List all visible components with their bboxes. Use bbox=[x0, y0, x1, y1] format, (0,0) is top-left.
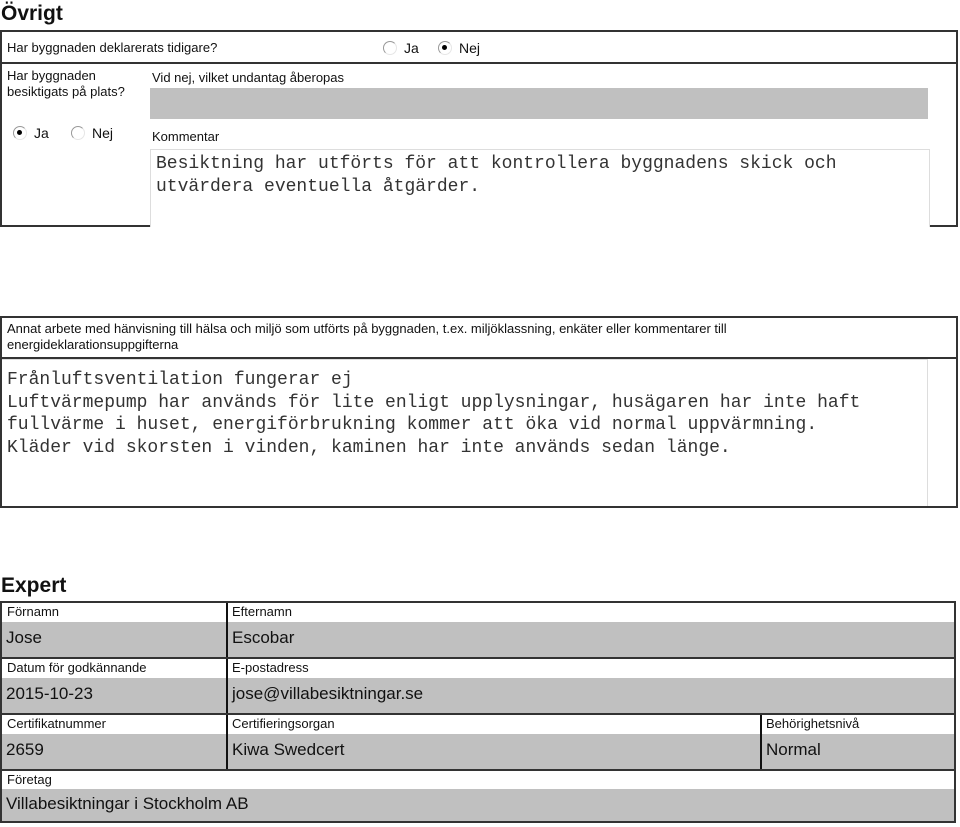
radio-checked-icon bbox=[13, 126, 27, 140]
other-work-textarea[interactable]: Frånluftsventilation fungerar ej Luftvär… bbox=[2, 359, 928, 506]
inspected-question: Har byggnaden besiktigats på plats? bbox=[7, 68, 125, 99]
declared-radio-ja[interactable]: Ja bbox=[383, 40, 419, 56]
first-name-field[interactable]: Jose bbox=[2, 622, 226, 657]
section-heading-expert: Expert bbox=[1, 574, 67, 597]
ovrigt-panel: Har byggnaden deklarerats tidigare? Ja N… bbox=[0, 30, 958, 227]
cert-number-value: 2659 bbox=[6, 740, 44, 759]
email-label: E-postadress bbox=[232, 660, 309, 675]
divider bbox=[2, 657, 954, 659]
other-work-panel: Annat arbete med hänvisning till hälsa o… bbox=[0, 316, 958, 508]
cert-number-label: Certifikatnummer bbox=[7, 716, 106, 731]
other-work-label: Annat arbete med hänvisning till hälsa o… bbox=[7, 321, 727, 352]
cert-body-field[interactable]: Kiwa Swedcert bbox=[228, 734, 760, 769]
radio-unchecked-icon bbox=[71, 126, 85, 140]
approval-date-label: Datum för godkännande bbox=[7, 660, 147, 675]
level-field[interactable]: Normal bbox=[762, 734, 954, 769]
email-value: jose@villabesiktningar.se bbox=[232, 684, 424, 703]
divider bbox=[2, 713, 954, 715]
first-name-value: Jose bbox=[6, 628, 42, 647]
divider bbox=[2, 769, 954, 771]
level-label: Behörighetsnivå bbox=[766, 716, 860, 731]
last-name-value: Escobar bbox=[232, 628, 295, 647]
radio-label: Ja bbox=[404, 40, 419, 56]
radio-label: Ja bbox=[34, 125, 49, 141]
radio-unchecked-icon bbox=[383, 41, 397, 55]
expert-panel: Förnamn Jose Efternamn Escobar Datum för… bbox=[0, 601, 956, 823]
inspected-radio-nej[interactable]: Nej bbox=[71, 125, 113, 141]
company-label: Företag bbox=[7, 772, 52, 787]
inspected-radio-ja[interactable]: Ja bbox=[13, 125, 49, 141]
comment-textarea[interactable]: Besiktning har utförts för att kontrolle… bbox=[150, 149, 930, 227]
approval-date-value: 2015-10-23 bbox=[6, 684, 93, 703]
declared-radio-nej[interactable]: Nej bbox=[438, 40, 480, 56]
cert-body-value: Kiwa Swedcert bbox=[232, 740, 345, 759]
first-name-label: Förnamn bbox=[7, 604, 60, 619]
approval-date-field[interactable]: 2015-10-23 bbox=[2, 678, 226, 713]
comment-text: Besiktning har utförts för att kontrolle… bbox=[156, 154, 848, 197]
declared-question: Har byggnaden deklarerats tidigare? bbox=[7, 40, 218, 55]
last-name-field[interactable]: Escobar bbox=[228, 622, 954, 657]
section-heading-ovrigt: Övrigt bbox=[1, 2, 63, 25]
company-value: Villabesiktningar i Stockholm AB bbox=[6, 794, 249, 813]
radio-label: Nej bbox=[92, 125, 114, 141]
company-field[interactable]: Villabesiktningar i Stockholm AB bbox=[2, 789, 954, 821]
divider bbox=[2, 62, 956, 64]
cert-body-label: Certifieringsorgan bbox=[232, 716, 335, 731]
exception-label: Vid nej, vilket undantag åberopas bbox=[152, 70, 345, 85]
cert-number-field[interactable]: 2659 bbox=[2, 734, 226, 769]
email-field[interactable]: jose@villabesiktningar.se bbox=[228, 678, 954, 713]
level-value: Normal bbox=[766, 740, 821, 759]
comment-label: Kommentar bbox=[152, 129, 220, 144]
radio-label: Nej bbox=[459, 40, 481, 56]
radio-checked-icon bbox=[438, 41, 452, 55]
exception-input[interactable] bbox=[150, 88, 928, 119]
other-work-text: Frånluftsventilation fungerar ej Luftvär… bbox=[7, 370, 861, 458]
last-name-label: Efternamn bbox=[232, 604, 292, 619]
